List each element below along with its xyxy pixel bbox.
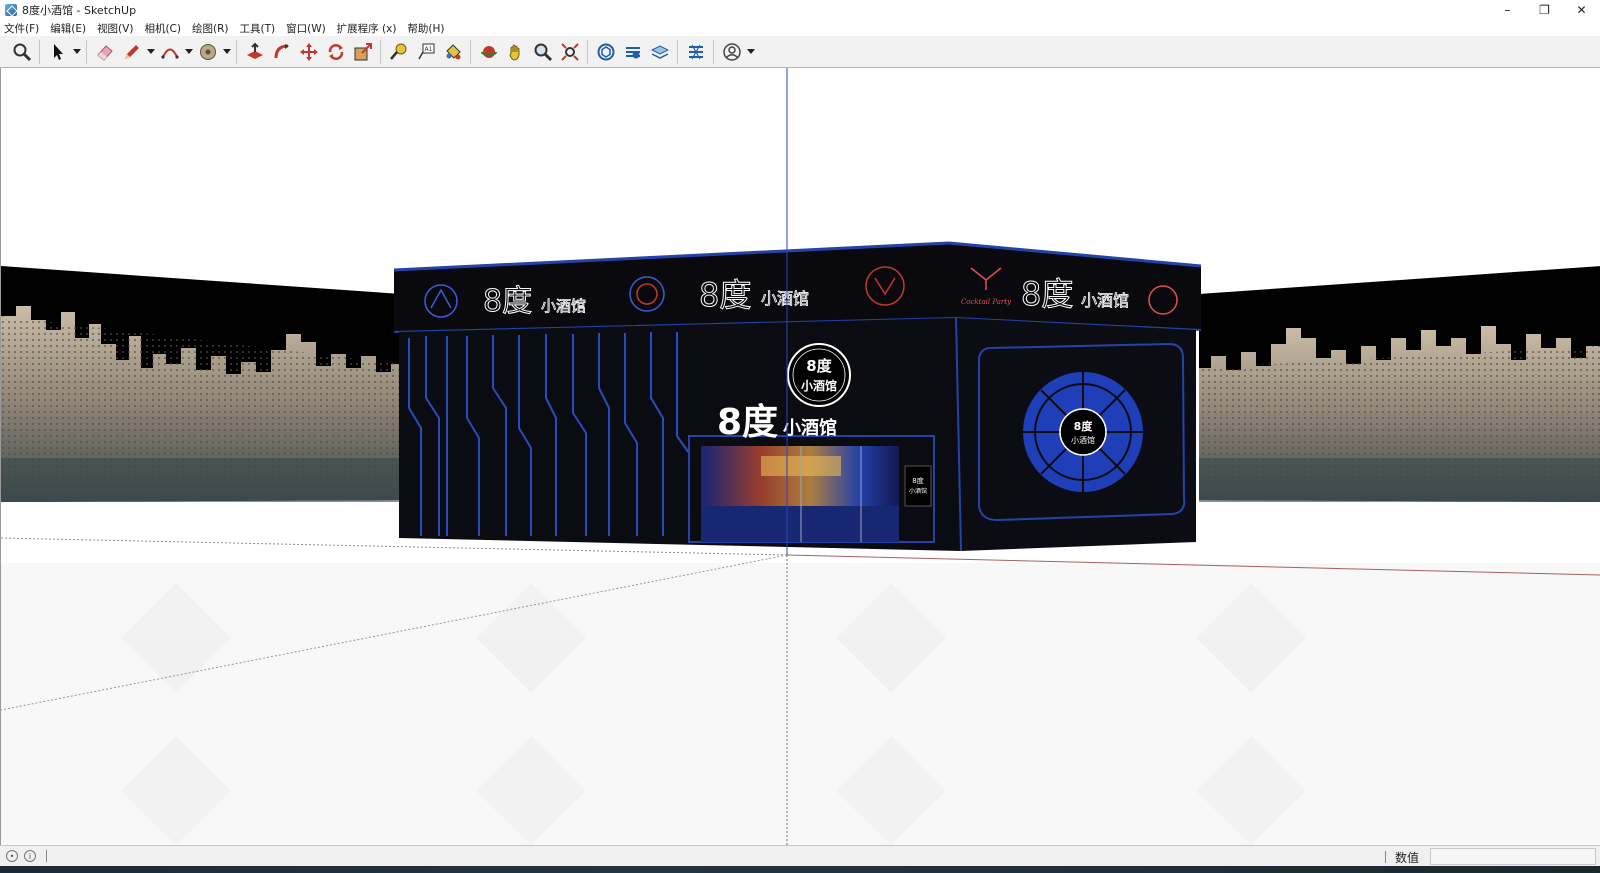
door-sign-top: 8度 <box>912 476 923 485</box>
svg-text:A1: A1 <box>424 46 432 53</box>
sign-band-sub-left: 小酒馆 <box>541 297 586 315</box>
badge-bottom-text: 小酒馆 <box>801 378 837 393</box>
neon-cocktail-text: Cocktail Party <box>961 298 1012 306</box>
window-controls: – ❐ ✕ <box>1489 0 1600 20</box>
city-backdrop-right <box>1199 266 1600 502</box>
facade-brand-main: 8度 <box>717 402 778 443</box>
scale-icon[interactable] <box>349 39 376 65</box>
menu-window[interactable]: 窗口(W) <box>286 21 326 36</box>
axis-green-dashed <box>1 554 788 711</box>
menu-help[interactable]: 帮助(H) <box>407 21 444 36</box>
bar-building: 8度 小酒馆 8度 小酒馆 8度 小酒馆 8度 小酒馆 8度 小酒馆 8度 小酒… <box>393 241 1202 552</box>
tape-measure-icon[interactable] <box>385 39 412 65</box>
credits-info-icon[interactable]: i <box>24 850 36 862</box>
model-viewport[interactable]: 8度 小酒馆 8度 小酒馆 8度 小酒馆 8度 小酒馆 8度 小酒馆 8度 小酒… <box>0 68 1600 845</box>
arc-dropdown-icon[interactable] <box>183 39 194 65</box>
menu-tools[interactable]: 工具(T) <box>239 21 275 36</box>
account-icon[interactable] <box>718 39 745 65</box>
geolocation-icon[interactable]: • <box>6 850 18 862</box>
menu-view[interactable]: 视图(V) <box>97 21 133 36</box>
extension-manager-icon[interactable] <box>682 39 709 65</box>
push-pull-icon[interactable] <box>241 39 268 65</box>
toolbar-separator <box>470 39 471 64</box>
facade-brand-sub: 小酒馆 <box>783 417 837 439</box>
sign-band-brand-right: 8度 <box>1021 275 1073 313</box>
taskbar-strip <box>0 866 1600 873</box>
window-title: 8度小酒馆 - SketchUp <box>22 4 137 17</box>
menu-edit[interactable]: 编辑(E) <box>50 21 86 36</box>
select-dropdown-icon[interactable] <box>71 39 82 65</box>
toolbar-separator <box>86 39 87 64</box>
city-backdrop-left <box>1 266 401 502</box>
minimize-button[interactable]: – <box>1489 0 1526 20</box>
layout-icon[interactable] <box>646 39 673 65</box>
menu-bar: 文件(F) 编辑(E) 视图(V) 相机(C) 绘图(R) 工具(T) 窗口(W… <box>0 20 1600 36</box>
sign-band-brand-left: 8度 <box>483 284 532 319</box>
maximize-button[interactable]: ❐ <box>1526 0 1563 20</box>
eraser-icon[interactable] <box>91 39 118 65</box>
3d-warehouse-icon[interactable] <box>592 39 619 65</box>
toolbar-separator <box>39 39 40 64</box>
measurements-label: 数值 <box>1395 851 1420 865</box>
zoom-view-icon[interactable] <box>529 39 556 65</box>
round-logo-top: 8度 <box>1074 419 1094 433</box>
main-toolbar: A1 <box>0 36 1600 68</box>
menu-draw[interactable]: 绘图(R) <box>192 21 229 36</box>
menu-camera[interactable]: 相机(C) <box>144 21 181 36</box>
measurements-input[interactable] <box>1430 848 1596 865</box>
zoom-extents-icon[interactable] <box>556 39 583 65</box>
menu-file[interactable]: 文件(F) <box>4 21 39 36</box>
door-sign-bottom: 小酒馆 <box>909 487 927 495</box>
toolbar-separator <box>713 39 714 64</box>
text-label-icon[interactable]: A1 <box>412 39 439 65</box>
rotate-icon[interactable] <box>322 39 349 65</box>
status-separator <box>46 850 47 862</box>
toolbar-separator <box>380 39 381 64</box>
circle-icon[interactable] <box>194 39 221 65</box>
line-dropdown-icon[interactable] <box>145 39 156 65</box>
toolbar-separator <box>677 39 678 64</box>
extension-warehouse-icon[interactable] <box>619 39 646 65</box>
line-pencil-icon[interactable] <box>118 39 145 65</box>
pan-icon[interactable] <box>502 39 529 65</box>
sign-band-sub-right: 小酒馆 <box>1081 291 1129 310</box>
facade-round-badge: 8度 小酒馆 <box>787 343 851 407</box>
sign-band-brand-center: 8度 <box>699 276 751 314</box>
select-icon[interactable] <box>44 39 71 65</box>
sketchup-app-icon <box>5 4 17 16</box>
shape-dropdown-icon[interactable] <box>221 39 232 65</box>
move-icon[interactable] <box>295 39 322 65</box>
paint-bucket-icon[interactable] <box>439 39 466 65</box>
toolbar-separator <box>236 39 237 64</box>
toolbar-separator <box>587 39 588 64</box>
menu-extensions[interactable]: 扩展程序 (x) <box>337 21 397 36</box>
badge-top-text: 8度 <box>806 357 832 375</box>
account-dropdown-icon[interactable] <box>745 39 756 65</box>
close-button[interactable]: ✕ <box>1563 0 1600 20</box>
scene-canvas: 8度 小酒馆 8度 小酒馆 8度 小酒馆 8度 小酒馆 8度 小酒馆 8度 小酒… <box>1 68 1600 845</box>
ground-watermark-pattern <box>121 583 1306 845</box>
round-logo-bottom: 小酒馆 <box>1071 435 1095 445</box>
axis-red-solid <box>786 554 1600 576</box>
vcb-separator <box>1385 851 1386 863</box>
status-bar: • i 数值 <box>0 845 1600 866</box>
zoom-icon[interactable] <box>8 39 35 65</box>
bar-entrance: 8度 小酒馆 <box>688 435 935 543</box>
title-bar: 8度小酒馆 - SketchUp – ❐ ✕ <box>0 0 1600 20</box>
follow-me-icon[interactable] <box>268 39 295 65</box>
sign-band-sub-center: 小酒馆 <box>761 289 809 308</box>
arc-icon[interactable] <box>156 39 183 65</box>
orbit-icon[interactable] <box>475 39 502 65</box>
